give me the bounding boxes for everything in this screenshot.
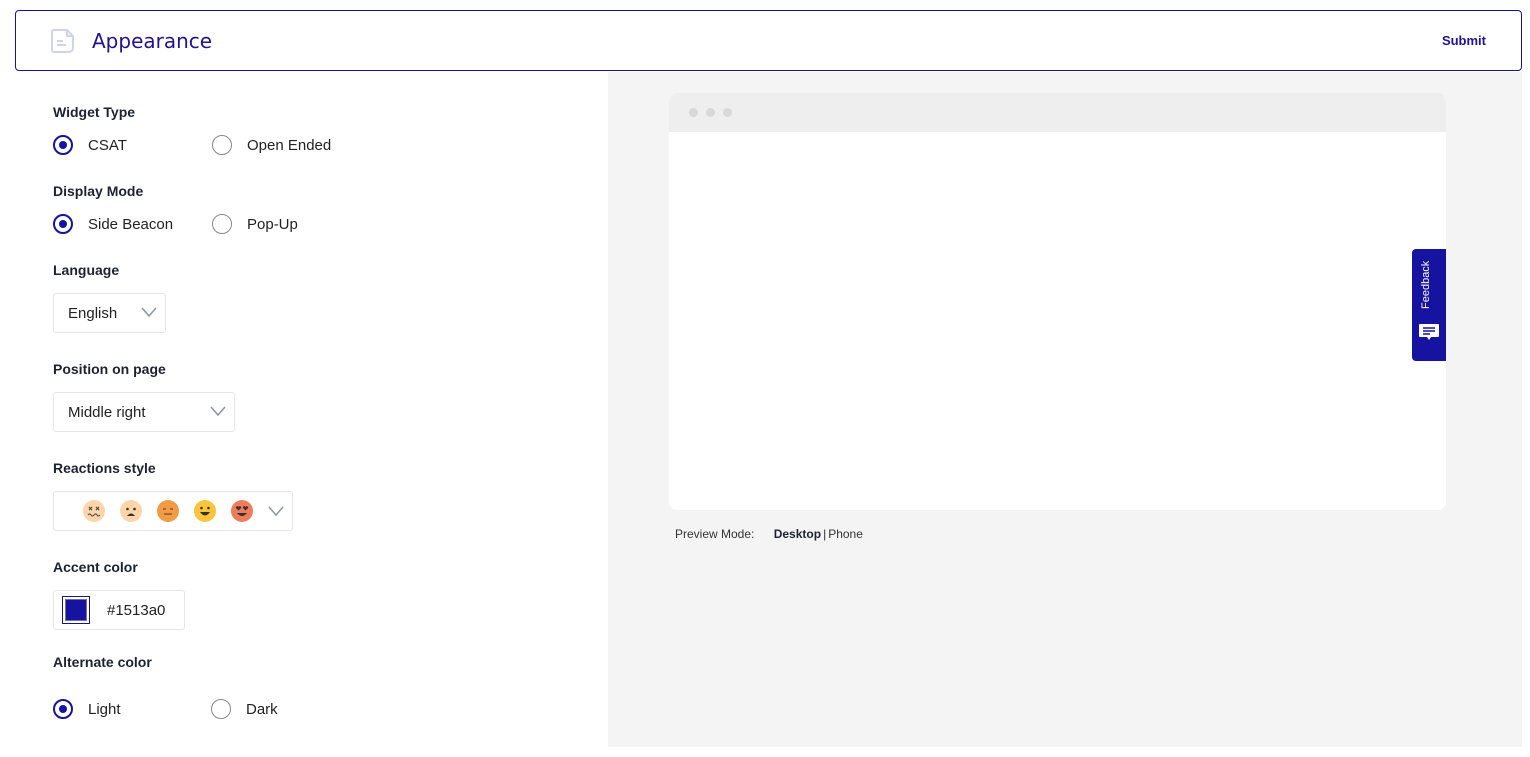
- radio-label: Open Ended: [247, 136, 332, 154]
- radio-icon: [53, 135, 73, 155]
- radio-side-beacon[interactable]: Side Beacon: [53, 214, 173, 234]
- document-icon: [51, 28, 74, 53]
- window-dot: [723, 108, 732, 117]
- color-swatch[interactable]: [62, 596, 90, 624]
- language-select[interactable]: English: [53, 293, 166, 333]
- radio-label: Side Beacon: [88, 215, 174, 233]
- radio-label: Dark: [246, 700, 278, 718]
- radio-light[interactable]: Light: [53, 699, 121, 719]
- preview-mode-label: Preview Mode:: [675, 527, 755, 541]
- page-header: Appearance Submit: [15, 10, 1522, 71]
- separator: |: [823, 527, 827, 541]
- feedback-label: Feedback: [1420, 260, 1432, 310]
- accent-color-input[interactable]: #1513a0: [53, 590, 185, 630]
- feedback-beacon[interactable]: Feedback: [1412, 249, 1446, 361]
- page-title: Appearance: [92, 28, 213, 53]
- love-face-icon: [231, 500, 253, 522]
- radio-icon: [212, 214, 232, 234]
- position-value: Middle right: [68, 403, 146, 421]
- reactions-label: Reactions style: [53, 460, 156, 476]
- radio-icon: [53, 214, 73, 234]
- sad-face-icon: [120, 500, 142, 522]
- neutral-face-icon: [157, 500, 179, 522]
- radio-open-ended[interactable]: Open Ended: [212, 135, 331, 155]
- accent-color-value: #1513a0: [107, 601, 166, 619]
- happy-face-icon: [194, 500, 216, 522]
- position-label: Position on page: [53, 361, 166, 377]
- radio-pop-up[interactable]: Pop-Up: [212, 214, 298, 234]
- language-value: English: [68, 304, 118, 322]
- browser-preview: Feedback: [669, 93, 1446, 510]
- preview-panel: Feedback Preview Mode: Desktop | Phone: [608, 72, 1522, 747]
- browser-bar: [669, 93, 1446, 132]
- radio-icon: [211, 699, 231, 719]
- radio-icon: [212, 135, 232, 155]
- accent-color-label: Accent color: [53, 559, 138, 575]
- dizzy-face-icon: [83, 500, 105, 522]
- reactions-select[interactable]: [53, 491, 293, 531]
- widget-type-label: Widget Type: [53, 104, 136, 120]
- language-label: Language: [53, 262, 120, 278]
- radio-label: Light: [88, 700, 121, 718]
- alternate-color-label: Alternate color: [53, 654, 152, 670]
- chevron-down-icon: [268, 506, 284, 517]
- chat-icon: [1419, 324, 1439, 340]
- window-dot: [706, 108, 715, 117]
- radio-csat[interactable]: CSAT: [53, 135, 127, 155]
- radio-icon: [53, 699, 73, 719]
- chevron-down-icon: [210, 406, 226, 417]
- chevron-down-icon: [141, 307, 157, 318]
- radio-label: CSAT: [88, 136, 127, 154]
- desktop-toggle[interactable]: Desktop: [774, 527, 821, 541]
- window-dot: [689, 108, 698, 117]
- radio-dark[interactable]: Dark: [211, 699, 278, 719]
- submit-button[interactable]: Submit: [1442, 33, 1486, 48]
- preview-mode: Preview Mode: Desktop | Phone: [675, 527, 863, 541]
- position-select[interactable]: Middle right: [53, 392, 235, 432]
- display-mode-label: Display Mode: [53, 183, 144, 199]
- phone-toggle[interactable]: Phone: [828, 527, 863, 541]
- radio-label: Pop-Up: [247, 215, 298, 233]
